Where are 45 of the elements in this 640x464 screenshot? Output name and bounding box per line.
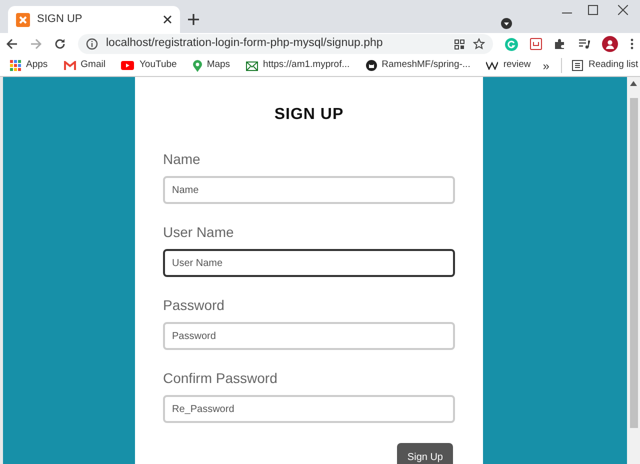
bookmark[interactable]: RameshMF/spring-... <box>366 58 470 73</box>
field-label: User Name <box>163 223 234 242</box>
bookmark[interactable]: YouTube <box>121 58 177 73</box>
info-icon <box>86 38 98 50</box>
media-icon[interactable] <box>578 38 590 50</box>
cat-icon <box>366 60 377 71</box>
envelope-icon <box>246 60 258 71</box>
map-pin-icon <box>192 60 202 72</box>
reload-icon[interactable] <box>54 38 66 50</box>
star-icon[interactable] <box>473 38 485 50</box>
field-label: Name <box>163 150 200 170</box>
tab-title: SIGN UP <box>37 12 84 28</box>
form-title: SIGN UP <box>273 105 345 124</box>
sign-up-button[interactable]: Sign Up <box>397 443 453 464</box>
profile-menu-icon[interactable] <box>501 18 512 29</box>
bookmarks-overflow-button[interactable]: » <box>542 56 550 74</box>
extension-icon[interactable] <box>530 38 542 50</box>
play-icon <box>121 61 134 70</box>
scrollbar-thumb[interactable] <box>630 98 638 428</box>
w-letter-icon <box>486 61 498 70</box>
address-bar[interactable]: localhost/registration-login-form-php-mysql/signup.php <box>78 34 493 54</box>
reading-list-icon <box>572 60 584 71</box>
apps-grid-icon <box>10 60 21 71</box>
bookmark[interactable]: Gmail <box>64 58 106 73</box>
qr-code-icon[interactable] <box>454 38 465 50</box>
close-icon[interactable] <box>163 15 172 24</box>
reading-list-button[interactable]: Reading list <box>561 58 638 73</box>
scroll-up-icon[interactable] <box>630 81 637 86</box>
bookmark[interactable]: review <box>486 58 531 73</box>
field-label: Password <box>163 296 224 316</box>
maximize-icon[interactable] <box>588 5 598 15</box>
favicon-icon <box>16 12 30 26</box>
new-tab-icon[interactable] <box>188 14 199 25</box>
input-field[interactable]: User Name <box>163 249 455 278</box>
avatar-icon[interactable] <box>602 36 618 52</box>
puzzle-icon[interactable] <box>554 38 566 50</box>
back-icon[interactable] <box>6 38 18 50</box>
field-label: Confirm Password <box>163 369 278 388</box>
bookmark[interactable]: Maps <box>192 58 230 73</box>
menu-icon[interactable] <box>630 38 634 50</box>
close-window-icon[interactable] <box>618 5 628 15</box>
mail-icon <box>64 61 76 70</box>
bookmark[interactable]: https://am1.myprof... <box>246 58 350 73</box>
bookmark[interactable]: Apps <box>10 58 48 73</box>
browser-tab[interactable]: SIGN UP <box>8 6 180 33</box>
